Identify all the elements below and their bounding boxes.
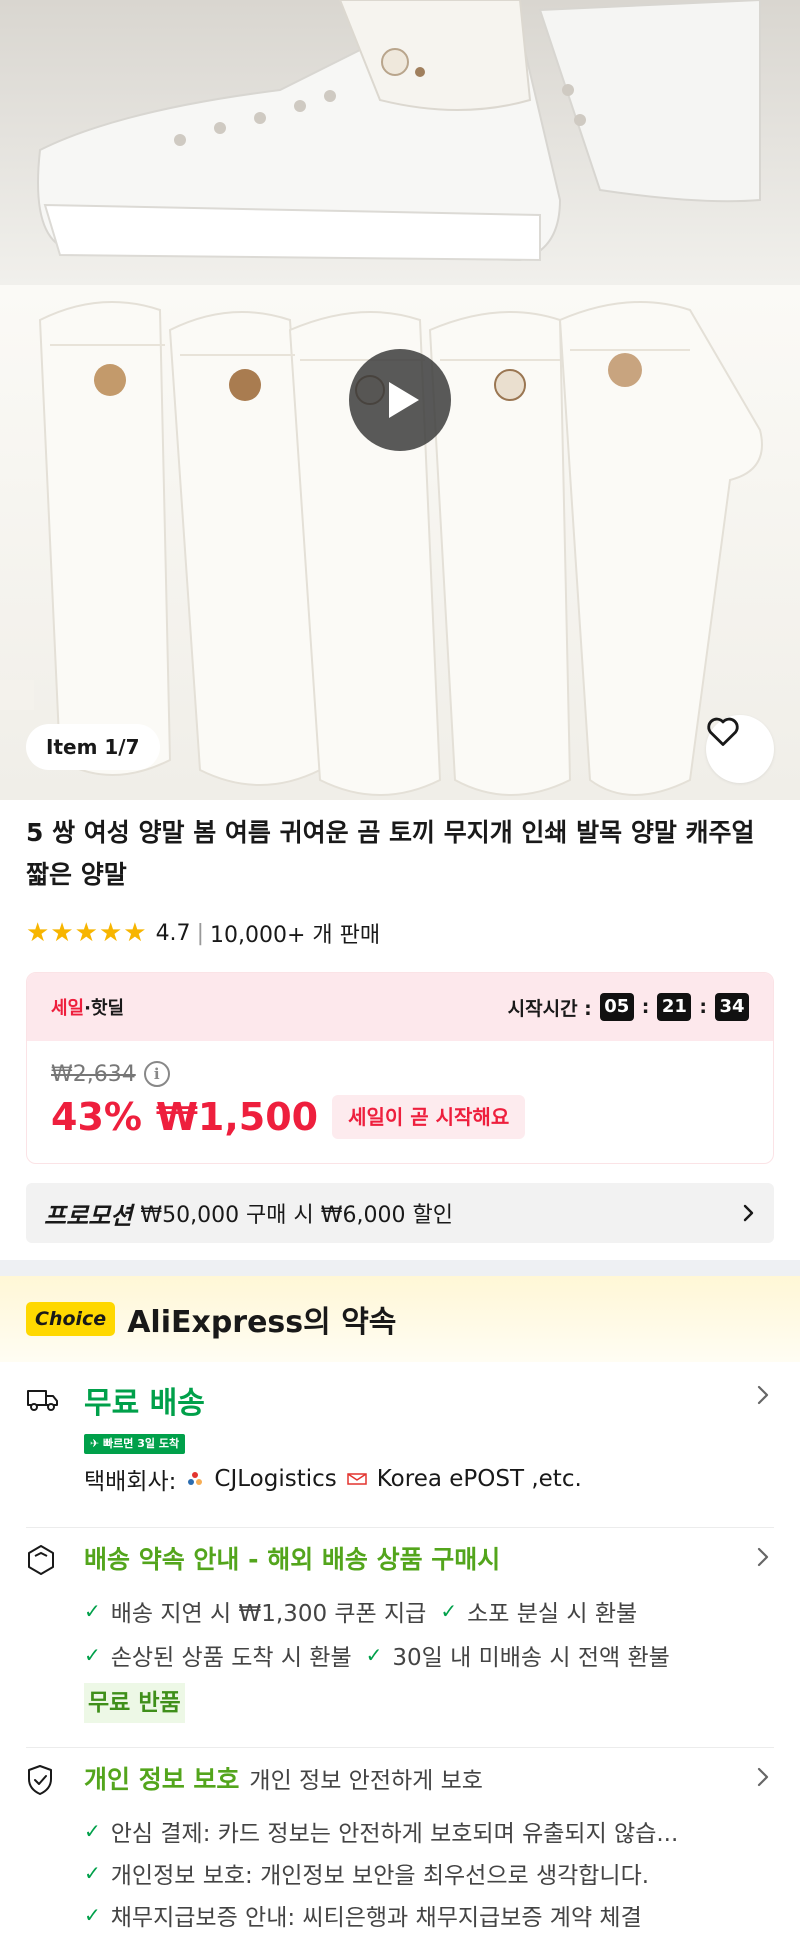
check-icon: ✓ bbox=[84, 1819, 101, 1843]
promise-item: 소포 분실 시 환불 bbox=[467, 1601, 638, 1627]
star-icon: ★ bbox=[98, 918, 123, 948]
chevron-right-icon bbox=[757, 1385, 769, 1405]
promise-item: 30일 내 미배송 시 전액 환불 bbox=[392, 1645, 670, 1671]
original-price-row: ₩2,634 i bbox=[51, 1061, 170, 1087]
promotion-banner[interactable]: 프로모션 ₩50,000 구매 시 ₩6,000 할인 bbox=[26, 1183, 774, 1243]
info-icon[interactable]: i bbox=[143, 1061, 170, 1087]
choice-promise-header: Choice AliExpress의 약속 bbox=[0, 1276, 800, 1362]
courier-cj: CJLogistics bbox=[214, 1466, 337, 1492]
check-icon: ✓ bbox=[84, 1861, 101, 1885]
free-shipping-section[interactable]: 무료 배송 ✈ 빠르면 3일 도착 택배회사: CJLogistics Kore… bbox=[26, 1378, 774, 1528]
privacy-header: 개인 정보 보호 개인 정보 안전하게 보호 bbox=[84, 1760, 483, 1796]
section-divider bbox=[0, 1260, 800, 1276]
truck-icon bbox=[27, 1390, 58, 1411]
timer-seconds: 34 bbox=[715, 993, 749, 1021]
image-counter-badge: Item 1/7 bbox=[26, 724, 160, 770]
product-image-gallery[interactable]: Item 1/7 bbox=[0, 0, 800, 800]
choice-promise-title: AliExpress의 약속 bbox=[127, 1305, 397, 1340]
privacy-item: 안심 결제: 카드 정보는 안전하게 보호되며 유출되지 않습... bbox=[110, 1821, 679, 1847]
courier-row: 택배회사: CJLogistics Korea ePOST ,etc. bbox=[84, 1462, 582, 1496]
box-icon bbox=[28, 1545, 54, 1575]
privacy-title: 개인 정보 보호 bbox=[84, 1765, 240, 1794]
check-icon: ✓ bbox=[84, 1903, 101, 1927]
check-icon: ✓ bbox=[84, 1643, 101, 1667]
sale-box: 세일·핫딜 시작시간 : 05 : 21 : 34 ₩2,634 i 43% ₩… bbox=[26, 972, 774, 1164]
privacy-row-2: ✓ 개인정보 보호: 개인정보 보안을 최우선으로 생각합니다. bbox=[84, 1856, 649, 1890]
sale-soon-badge: 세일이 곧 시작해요 bbox=[332, 1095, 526, 1139]
free-return-badge: 무료 반품 bbox=[84, 1683, 185, 1723]
chevron-right-icon bbox=[757, 1547, 769, 1567]
privacy-row-3: ✓ 채무지급보증 안내: 씨티은행과 채무지급보증 계약 체결 bbox=[84, 1898, 642, 1932]
star-icon: ★ bbox=[74, 918, 98, 948]
rating-value: 4.7 bbox=[155, 920, 191, 946]
sale-tag: 세일·핫딜 bbox=[51, 994, 124, 1020]
wishlist-button[interactable] bbox=[706, 715, 774, 783]
star-icon: ★ bbox=[26, 918, 50, 948]
play-icon bbox=[389, 382, 419, 418]
epost-logo-icon bbox=[346, 1473, 367, 1485]
privacy-item: 채무지급보증 안내: 씨티은행과 채무지급보증 계약 체결 bbox=[110, 1905, 642, 1931]
timer-hours: 05 bbox=[599, 993, 634, 1021]
sale-label-dot: · bbox=[84, 998, 91, 1019]
timer-label: 시작시간 : bbox=[507, 997, 592, 1020]
timer-minutes: 21 bbox=[657, 993, 692, 1021]
chevron-right-icon bbox=[743, 1204, 754, 1222]
discount-percent: 43% bbox=[51, 1095, 142, 1139]
free-shipping-title: 무료 배송 bbox=[84, 1386, 205, 1421]
rating-row[interactable]: ★ ★ ★ ★ ★ 4.7 | 10,000+ 개 판매 bbox=[26, 915, 380, 951]
courier-epost: Korea ePOST ,etc. bbox=[376, 1466, 582, 1492]
timer-colon: : bbox=[699, 996, 707, 1018]
heart-icon bbox=[707, 717, 739, 746]
promise-row-1: ✓ 배송 지연 시 ₩1,300 쿠폰 지급 ✓ 소포 분실 시 환불 bbox=[84, 1594, 637, 1628]
rating-divider: | bbox=[196, 920, 204, 946]
sale-label: 세일 bbox=[51, 998, 85, 1019]
hot-deal-label: 핫딜 bbox=[90, 998, 125, 1019]
fast-delivery-badge: ✈ 빠르면 3일 도착 bbox=[84, 1434, 186, 1454]
delivery-promise-title: 배송 약속 안내 - 해외 배송 상품 구매시 bbox=[84, 1545, 501, 1574]
timer-colon: : bbox=[641, 996, 650, 1018]
star-icon: ★ bbox=[50, 918, 74, 948]
price-row: 43% ₩1,500 세일이 곧 시작해요 bbox=[51, 1095, 526, 1139]
promise-item: 배송 지연 시 ₩1,300 쿠폰 지급 bbox=[110, 1601, 427, 1627]
sale-header: 세일·핫딜 시작시간 : 05 : 21 : 34 bbox=[27, 973, 773, 1041]
privacy-subtitle: 개인 정보 안전하게 보호 bbox=[249, 1768, 483, 1794]
product-title: 5 쌍 여성 양말 봄 여름 귀여운 곰 토끼 무지개 인쇄 발목 양말 캐주얼… bbox=[26, 818, 755, 889]
sale-price: ₩1,500 bbox=[155, 1095, 319, 1139]
choice-badge: Choice bbox=[26, 1302, 116, 1336]
courier-label: 택배회사: bbox=[84, 1469, 177, 1495]
privacy-row-1: ✓ 안심 결제: 카드 정보는 안전하게 보호되며 유출되지 않습... bbox=[84, 1814, 678, 1848]
check-icon: ✓ bbox=[84, 1599, 101, 1623]
cj-logo-icon bbox=[188, 1472, 203, 1485]
check-icon: ✓ bbox=[440, 1599, 458, 1623]
promise-row-2: ✓ 손상된 상품 도착 시 환불 ✓ 30일 내 미배송 시 전액 환불 bbox=[84, 1638, 670, 1672]
star-icon: ★ bbox=[123, 918, 147, 948]
star-rating: ★ ★ ★ ★ ★ bbox=[26, 920, 148, 946]
chevron-right-icon bbox=[757, 1767, 769, 1787]
promotion-title: 프로모션 bbox=[44, 1201, 133, 1230]
sold-count: 10,000+ 개 판매 bbox=[209, 923, 381, 948]
delivery-promise-section[interactable]: 배송 약속 안내 - 해외 배송 상품 구매시 ✓ 배송 지연 시 ₩1,300… bbox=[26, 1528, 774, 1748]
shield-check-icon bbox=[28, 1765, 52, 1795]
check-icon: ✓ bbox=[365, 1643, 383, 1667]
privacy-item: 개인정보 보호: 개인정보 보안을 최우선으로 생각합니다. bbox=[110, 1863, 650, 1889]
original-price: ₩2,634 bbox=[51, 1061, 136, 1087]
promotion-text: ₩50,000 구매 시 ₩6,000 할인 bbox=[140, 1203, 453, 1228]
play-video-button[interactable] bbox=[349, 349, 451, 451]
promise-item: 손상된 상품 도착 시 환불 bbox=[110, 1645, 352, 1671]
privacy-protection-section[interactable]: 개인 정보 보호 개인 정보 안전하게 보호 ✓ 안심 결제: 카드 정보는 안전… bbox=[26, 1748, 774, 1935]
countdown-timer: 시작시간 : 05 : 21 : 34 bbox=[508, 993, 749, 1021]
